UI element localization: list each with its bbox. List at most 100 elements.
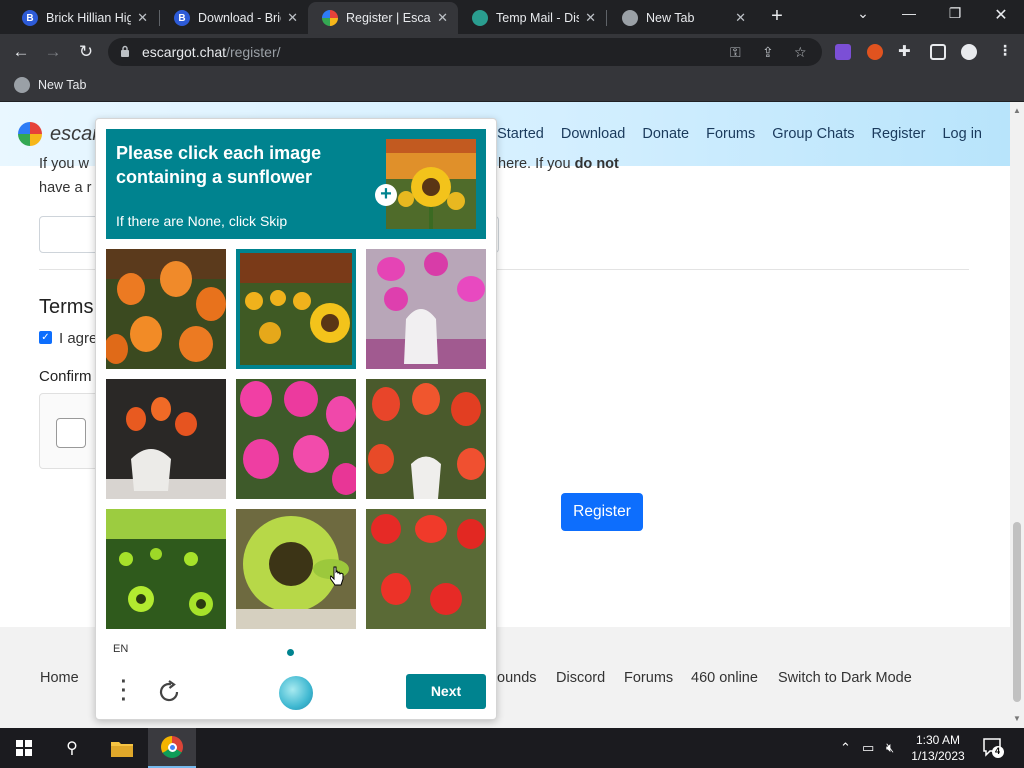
nav-download[interactable]: Download bbox=[561, 126, 626, 142]
nav-group-chats[interactable]: Group Chats bbox=[772, 126, 854, 142]
tab-title: Register | Escarg bbox=[346, 11, 431, 25]
close-icon[interactable]: ✕ bbox=[137, 10, 148, 26]
tab-new-tab[interactable]: New Tab ✕ bbox=[608, 2, 756, 34]
captcha-tile-5[interactable] bbox=[236, 379, 356, 499]
agree-checkbox[interactable]: ✓ bbox=[39, 331, 52, 344]
captcha-tile-4[interactable] bbox=[106, 379, 226, 499]
footer-discord-link[interactable]: Discord bbox=[556, 670, 605, 686]
volume-muted-icon[interactable]: 🔇︎ bbox=[886, 740, 894, 756]
profile-avatar-icon[interactable] bbox=[961, 44, 977, 60]
tab-register-escargot[interactable]: Register | Escarg ✕ bbox=[308, 2, 458, 34]
nav-forums[interactable]: Forums bbox=[706, 126, 755, 142]
forward-arrow-icon[interactable]: → bbox=[42, 41, 64, 63]
plus-icon[interactable]: + bbox=[375, 184, 397, 206]
intro-text-line2: have a r bbox=[39, 180, 92, 196]
close-icon[interactable]: ✕ bbox=[287, 10, 298, 26]
search-icon[interactable]: ⚲ bbox=[48, 728, 96, 768]
nav-register[interactable]: Register bbox=[871, 126, 925, 142]
url-text: escargot.chat/register/ bbox=[142, 44, 281, 60]
bookmark-label: New Tab bbox=[38, 78, 87, 92]
bookmark-star-icon[interactable]: ☆ bbox=[794, 44, 807, 61]
captcha-prompt: Please click each image containing a sun… bbox=[106, 129, 486, 239]
tab-title: Temp Mail - Disp bbox=[496, 11, 580, 25]
tab-download-brick[interactable]: B Download - Bric ✕ bbox=[160, 2, 308, 34]
captcha-tile-7[interactable] bbox=[106, 509, 226, 629]
tab-title: Download - Bric bbox=[198, 11, 282, 25]
windows-start-icon[interactable] bbox=[0, 728, 48, 768]
page-scrollbar[interactable]: ▲ ▼ bbox=[1010, 102, 1024, 728]
nav-log-in[interactable]: Log in bbox=[942, 126, 982, 142]
refresh-icon[interactable] bbox=[156, 679, 182, 705]
tab-title: Brick Hillian Hig bbox=[46, 11, 132, 25]
browser-tab-strip: B Brick Hillian Hig ✕ B Download - Bric … bbox=[0, 0, 1024, 34]
kebab-menu-icon[interactable]: ⋮ bbox=[998, 42, 1012, 59]
escargot-favicon-icon bbox=[322, 10, 338, 26]
extension-fox-icon[interactable] bbox=[867, 44, 883, 60]
tab-temp-mail[interactable]: Temp Mail - Disp ✕ bbox=[458, 2, 606, 34]
address-bar[interactable]: escargot.chat/register/ ⚿ ⇪ ☆ bbox=[108, 38, 822, 66]
extensions-puzzle-icon[interactable]: ✚ bbox=[898, 42, 911, 60]
captcha-checkbox[interactable] bbox=[56, 418, 86, 448]
dark-mode-toggle[interactable]: Switch to Dark Mode bbox=[778, 670, 912, 686]
footer-home-link[interactable]: Home bbox=[40, 670, 79, 686]
register-button[interactable]: Register bbox=[561, 493, 643, 531]
captcha-tile-6[interactable] bbox=[366, 379, 486, 499]
bookmark-new-tab[interactable]: New Tab bbox=[14, 77, 86, 93]
chrome-taskbar-icon[interactable] bbox=[148, 728, 196, 768]
language-selector[interactable]: EN bbox=[113, 643, 128, 655]
notification-count: 4 bbox=[995, 746, 1001, 756]
chrome-favicon-icon bbox=[622, 10, 638, 26]
share-icon[interactable]: ⇪ bbox=[762, 44, 774, 61]
menu-dots-icon[interactable]: · · · bbox=[114, 672, 134, 710]
minimize-button[interactable]: — bbox=[897, 5, 921, 21]
scroll-thumb[interactable] bbox=[1013, 522, 1021, 702]
prompt-title: Please click each image containing a sun… bbox=[116, 143, 322, 187]
temp-mail-favicon-icon bbox=[472, 10, 488, 26]
scroll-up-icon[interactable]: ▲ bbox=[1013, 106, 1021, 115]
escargot-logo-icon[interactable] bbox=[18, 122, 42, 146]
footer-forums-link[interactable]: Forums bbox=[624, 670, 673, 686]
example-sunflower-image[interactable] bbox=[386, 139, 476, 229]
captcha-tile-9[interactable] bbox=[366, 509, 486, 629]
tab-search-chevron-icon[interactable]: ⌄ bbox=[851, 5, 875, 22]
clock-date: 1/13/2023 bbox=[911, 749, 965, 763]
next-button[interactable]: Next bbox=[406, 674, 486, 709]
intro-text-left: If you w bbox=[39, 156, 89, 172]
new-tab-button[interactable]: + bbox=[766, 6, 788, 28]
brick-hill-favicon-icon: B bbox=[22, 10, 38, 26]
globe-icon bbox=[14, 77, 30, 93]
close-icon[interactable]: ✕ bbox=[437, 10, 448, 26]
captcha-tile-2[interactable] bbox=[236, 249, 356, 369]
side-panel-icon[interactable] bbox=[930, 44, 946, 60]
system-clock[interactable]: 1:30 AM 1/13/2023 bbox=[908, 732, 968, 764]
intro-text-right: here. If you do not bbox=[498, 156, 619, 172]
bookmarks-bar: New Tab bbox=[0, 70, 1024, 102]
close-icon[interactable]: ✕ bbox=[585, 10, 596, 26]
captcha-tile-3[interactable] bbox=[366, 249, 486, 369]
back-arrow-icon[interactable]: ← bbox=[10, 41, 32, 63]
hcaptcha-logo-icon[interactable] bbox=[279, 676, 313, 710]
captcha-challenge-dialog: Please click each image containing a sun… bbox=[95, 118, 497, 720]
confirm-label: Confirm bbox=[39, 368, 92, 385]
tray-chevron-icon[interactable]: ⌃ bbox=[840, 740, 851, 756]
clock-time: 1:30 AM bbox=[915, 733, 961, 747]
extension-tw-icon[interactable] bbox=[835, 44, 851, 60]
close-icon[interactable]: ✕ bbox=[735, 10, 746, 26]
nav-donate[interactable]: Donate bbox=[642, 126, 689, 142]
footer-sounds-link[interactable]: ounds bbox=[497, 670, 537, 686]
key-icon[interactable]: ⚿ bbox=[730, 44, 741, 61]
restore-button[interactable]: ❐ bbox=[943, 5, 967, 22]
network-icon[interactable]: ▭ bbox=[862, 740, 874, 756]
tab-separator bbox=[606, 10, 607, 26]
tab-brick-hillian[interactable]: B Brick Hillian Hig ✕ bbox=[8, 2, 158, 34]
file-explorer-icon[interactable] bbox=[98, 728, 146, 768]
site-nav: et Started Download Donate Forums Group … bbox=[464, 126, 982, 142]
captcha-tile-1[interactable] bbox=[106, 249, 226, 369]
windows-taskbar: ⚲ ⌃ ▭ 🔇︎ 1:30 AM 1/13/2023 4 bbox=[0, 728, 1024, 768]
reload-icon[interactable]: ↻ bbox=[75, 41, 97, 63]
scroll-down-icon[interactable]: ▼ bbox=[1013, 714, 1021, 723]
page-indicator bbox=[287, 649, 294, 656]
brick-hill-favicon-icon: B bbox=[174, 10, 190, 26]
close-window-button[interactable]: ✕ bbox=[989, 5, 1013, 25]
notification-center-icon[interactable]: 4 bbox=[982, 736, 1004, 758]
